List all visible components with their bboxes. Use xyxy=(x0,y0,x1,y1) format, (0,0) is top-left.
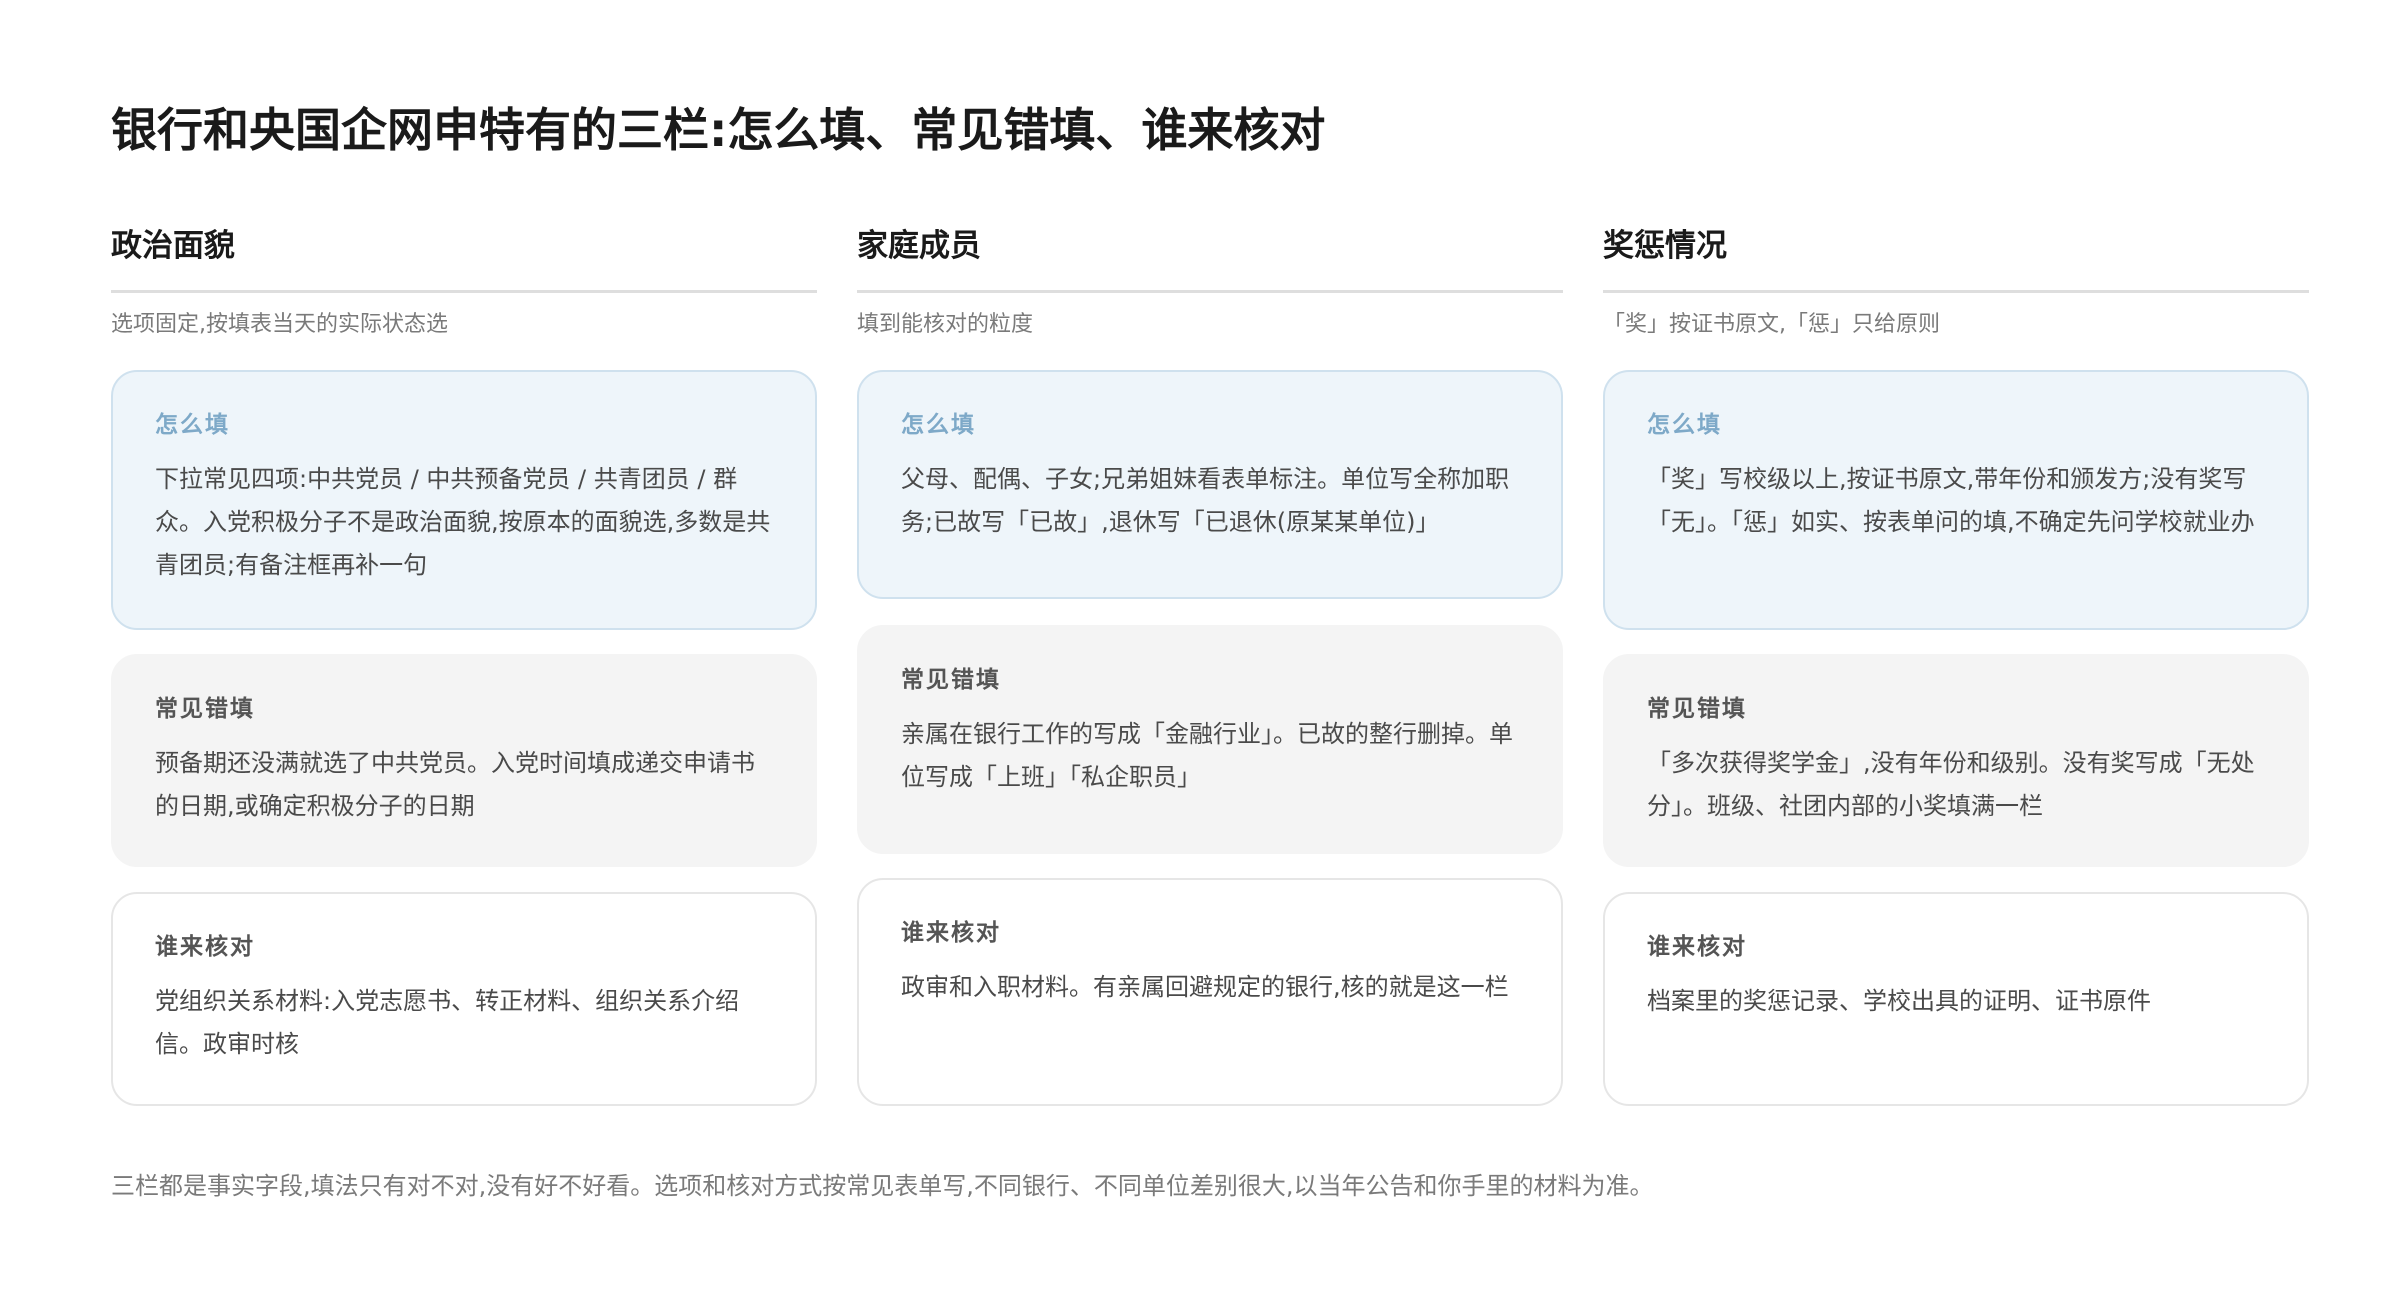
card-common-mistakes: 常见错填 预备期还没满就选了中共党员。入党时间填成递交申请书的日期,或确定积极分… xyxy=(111,654,817,867)
column-family-members: 家庭成员 填到能核对的粒度 xyxy=(857,222,1563,341)
card-label: 怎么填 xyxy=(901,412,976,438)
card-text: 「奖」写校级以上,按证书原文,带年份和颁发方;没有奖写「无」。「惩」如实、按表单… xyxy=(1647,465,2255,536)
column-subtitle: 填到能核对的粒度 xyxy=(857,312,1034,337)
card-text: 预备期还没满就选了中共党员。入党时间填成递交申请书的日期,或确定积极分子的日期 xyxy=(155,749,755,820)
column-political-status: 政治面貌 选项固定,按填表当天的实际状态选 xyxy=(111,222,817,341)
card-how-to-fill: 怎么填 下拉常见四项:中共党员 / 中共预备党员 / 共青团员 / 群众。入党积… xyxy=(111,370,817,630)
card-how-to-fill: 怎么填 「奖」写校级以上,按证书原文,带年份和颁发方;没有奖写「无」。「惩」如实… xyxy=(1603,370,2309,630)
card-text: 档案里的奖惩记录、学校出具的证明、证书原件 xyxy=(1647,987,2151,1015)
card-common-mistakes: 常见错填 亲属在银行工作的写成「金融行业」。已故的整行删掉。单位写成「上班」「私… xyxy=(857,625,1563,854)
column-rewards-punishments: 奖惩情况 「奖」按证书原文,「惩」只给原则 xyxy=(1603,222,2309,341)
column-heading: 家庭成员 xyxy=(857,228,981,264)
column-heading: 奖惩情况 xyxy=(1603,228,1727,264)
card-label: 常见错填 xyxy=(155,696,255,722)
card-text: 「多次获得奖学金」,没有年份和级别。没有奖写成「无处分」。班级、社团内部的小奖填… xyxy=(1647,749,2255,820)
column-heading: 政治面貌 xyxy=(111,228,235,264)
card-label: 谁来核对 xyxy=(155,934,255,960)
card-text: 父母、配偶、子女;兄弟姐妹看表单标注。单位写全称加职务;已故写「已故」,退休写「… xyxy=(901,465,1510,536)
card-label: 谁来核对 xyxy=(901,920,1001,946)
footer-note: 三栏都是事实字段,填法只有对不对,没有好不好看。选项和核对方式按常见表单写,不同… xyxy=(111,1172,1654,1200)
card-text: 亲属在银行工作的写成「金融行业」。已故的整行删掉。单位写成「上班」「私企职员」 xyxy=(901,720,1513,791)
page: 银行和央国企网申特有的三栏:怎么填、常见错填、谁来核对 政治面貌 选项固定,按填… xyxy=(111,0,2309,1294)
heading-divider xyxy=(1603,290,2309,293)
card-who-verifies: 谁来核对 政审和入职材料。有亲属回避规定的银行,核的就是这一栏 xyxy=(857,878,1563,1106)
card-text: 政审和入职材料。有亲属回避规定的银行,核的就是这一栏 xyxy=(901,973,1509,1001)
page-title: 银行和央国企网申特有的三栏:怎么填、常见错填、谁来核对 xyxy=(111,103,1326,157)
card-text: 党组织关系材料:入党志愿书、转正材料、组织关系介绍信。政审时核 xyxy=(155,987,740,1058)
card-how-to-fill: 怎么填 父母、配偶、子女;兄弟姐妹看表单标注。单位写全称加职务;已故写「已故」,… xyxy=(857,370,1563,599)
card-text: 下拉常见四项:中共党员 / 中共预备党员 / 共青团员 / 群众。入党积极分子不… xyxy=(155,465,771,579)
card-label: 常见错填 xyxy=(1647,696,1747,722)
card-who-verifies: 谁来核对 档案里的奖惩记录、学校出具的证明、证书原件 xyxy=(1603,892,2309,1106)
card-label: 怎么填 xyxy=(1647,412,1722,438)
card-label: 谁来核对 xyxy=(1647,934,1747,960)
card-common-mistakes: 常见错填 「多次获得奖学金」,没有年份和级别。没有奖写成「无处分」。班级、社团内… xyxy=(1603,654,2309,867)
card-label: 常见错填 xyxy=(901,667,1001,693)
heading-divider xyxy=(857,290,1563,293)
column-subtitle: 选项固定,按填表当天的实际状态选 xyxy=(111,312,448,337)
card-label: 怎么填 xyxy=(155,412,230,438)
column-subtitle: 「奖」按证书原文,「惩」只给原则 xyxy=(1603,312,1940,337)
card-who-verifies: 谁来核对 党组织关系材料:入党志愿书、转正材料、组织关系介绍信。政审时核 xyxy=(111,892,817,1106)
heading-divider xyxy=(111,290,817,293)
